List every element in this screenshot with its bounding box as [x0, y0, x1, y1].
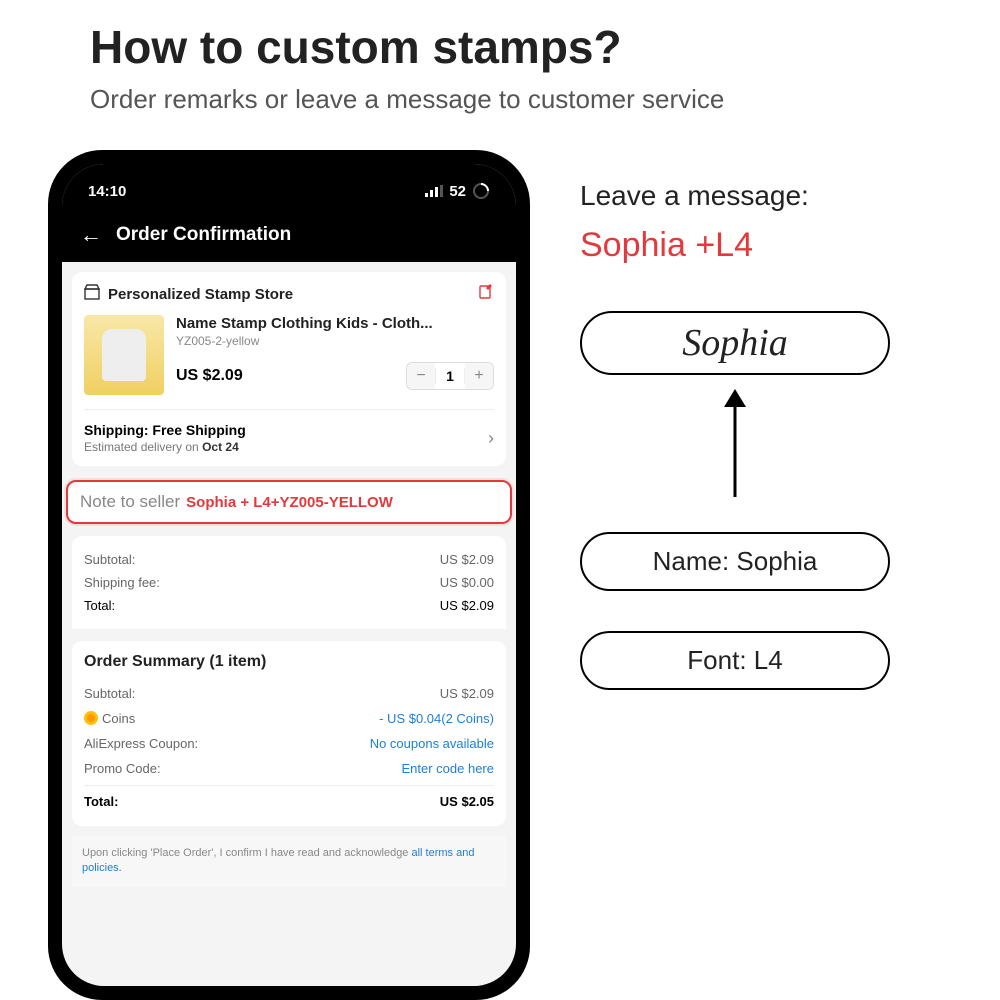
qty-value: 1 — [435, 368, 465, 384]
summary-heading: Order Summary (1 item) — [84, 653, 494, 671]
qty-decrement[interactable]: − — [407, 363, 435, 389]
app-header: ← Order Confirmation — [62, 208, 516, 262]
back-icon[interactable]: ← — [80, 222, 102, 248]
page-title: How to custom stamps? — [90, 20, 622, 74]
order-summary: Order Summary (1 item) Subtotal:US $2.09… — [72, 641, 506, 826]
edit-note-icon[interactable] — [478, 284, 494, 305]
product-price: US $2.09 — [176, 367, 243, 385]
shipping-label: Shipping: Free Shipping — [84, 422, 246, 438]
status-battery: 52 — [449, 183, 466, 200]
message-label: Leave a message: — [580, 180, 960, 212]
coin-icon — [84, 711, 98, 725]
product-thumbnail — [84, 315, 164, 395]
store-name[interactable]: Personalized Stamp Store — [108, 286, 293, 303]
instruction-panel: Leave a message: Sophia +L4 Sophia Name:… — [580, 180, 960, 690]
note-to-seller[interactable]: Note to seller Sophia + L4+YZ005-YELLOW — [66, 480, 512, 524]
phone-frame: 14:10 52 ← Order Confirmation — [48, 150, 530, 1000]
product-row[interactable]: Name Stamp Clothing Kids - Cloth... YZ00… — [84, 315, 494, 395]
product-sku: YZ005-2-yellow — [176, 334, 494, 348]
phone-notch — [214, 164, 364, 188]
order-card: Personalized Stamp Store Name Stamp Clot… — [72, 272, 506, 466]
note-value: Sophia + L4+YZ005-YELLOW — [186, 494, 393, 511]
chevron-right-icon: › — [488, 428, 494, 449]
shipping-eta: Estimated delivery on Oct 24 — [84, 440, 246, 454]
terms-acknowledgement: Upon clicking 'Place Order', I confirm I… — [72, 836, 506, 887]
phone-screen: 14:10 52 ← Order Confirmation — [62, 164, 516, 986]
status-time: 14:10 — [88, 183, 126, 200]
coins-row[interactable]: Coins - US $0.04(2 Coins) — [84, 706, 494, 731]
signal-icon — [425, 185, 443, 197]
store-icon — [84, 284, 100, 305]
header-title: Order Confirmation — [116, 224, 291, 246]
shipping-row[interactable]: Shipping: Free Shipping Estimated delive… — [84, 409, 494, 454]
quantity-stepper[interactable]: − 1 + — [406, 362, 494, 390]
battery-ring-icon — [472, 182, 490, 200]
product-title: Name Stamp Clothing Kids - Cloth... — [176, 315, 494, 332]
note-label: Note to seller — [80, 492, 180, 512]
font-pill: Font: L4 — [580, 631, 890, 690]
message-example: Sophia +L4 — [580, 226, 960, 265]
qty-increment[interactable]: + — [465, 363, 493, 389]
totals-block: Subtotal:US $2.09 Shipping fee:US $0.00 … — [72, 536, 506, 629]
promo-row[interactable]: Promo Code:Enter code here — [84, 756, 494, 781]
signature-preview: Sophia — [580, 311, 890, 375]
name-pill: Name: Sophia — [580, 532, 890, 591]
coupon-row[interactable]: AliExpress Coupon:No coupons available — [84, 731, 494, 756]
page-subtitle: Order remarks or leave a message to cust… — [90, 84, 724, 115]
arrow-up-icon — [720, 389, 960, 504]
